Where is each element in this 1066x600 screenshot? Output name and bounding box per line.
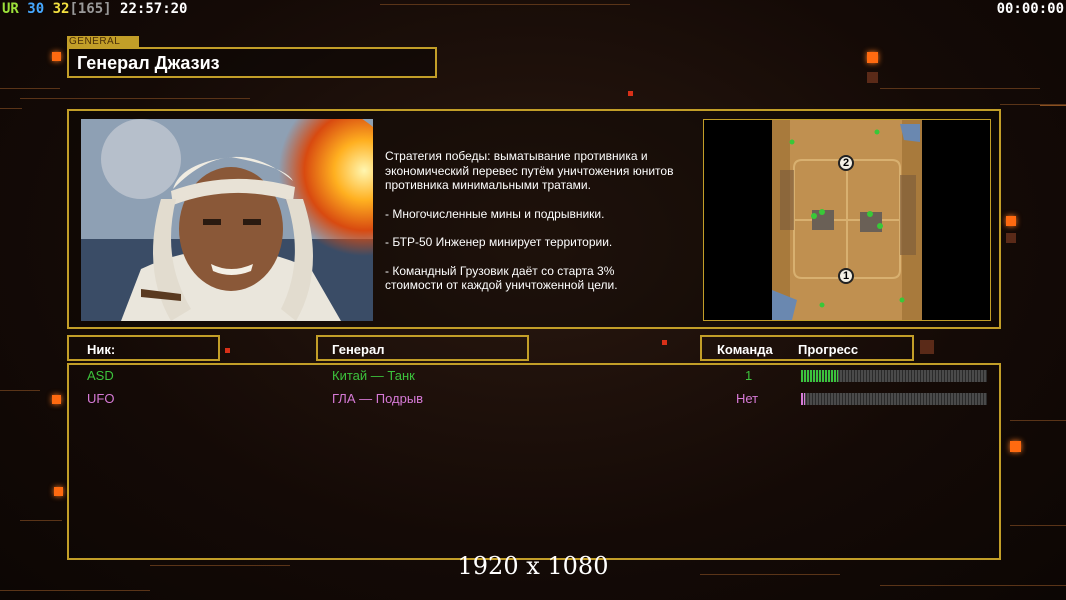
player-general: ГЛА — Подрыв: [332, 391, 424, 406]
deco-square: [628, 91, 633, 96]
feature-item: - Командный Грузовик даёт со старта 3% с…: [385, 263, 618, 293]
general-name: Генерал Джазиз: [77, 53, 220, 73]
player-progress-bar: [801, 393, 987, 405]
players-list: ASD Китай — Танк 1 UFO ГЛА — Подрыв Нет: [67, 363, 1001, 560]
minimap: 2 1: [772, 120, 922, 320]
resolution-label: 1920 x 1080: [457, 552, 609, 580]
header-team-progress: Команда Прогресс: [700, 335, 914, 361]
general-portrait: [81, 119, 373, 321]
deco-square: [52, 52, 61, 61]
portrait-image: [81, 119, 373, 321]
fps-cap: 32: [52, 1, 70, 17]
header-general: Генерал: [316, 335, 529, 361]
deco-square: [867, 72, 878, 83]
header-progress-label: Прогресс: [798, 342, 859, 357]
deco-square: [1006, 233, 1016, 243]
fps-value: 30: [27, 1, 45, 17]
player-nick: UFO: [87, 391, 115, 406]
header-team-label: Команда: [717, 342, 773, 357]
deco-line: [0, 88, 60, 89]
deco-line: [0, 108, 22, 109]
deco-square: [225, 348, 230, 353]
player-general: Китай — Танк: [332, 368, 415, 383]
minimap-terrain: [772, 120, 922, 320]
feature-item: - Многочисленные мины и подрывники.: [385, 206, 605, 221]
frame-count: [165]: [69, 1, 112, 17]
general-info-panel: Стратегия победы: выматывание противника…: [67, 109, 1001, 329]
header-general-label: Генерал: [332, 342, 385, 357]
deco-square: [1010, 441, 1021, 452]
deco-square: [662, 340, 667, 345]
progress-fill: [801, 370, 839, 382]
deco-line: [20, 520, 62, 521]
deco-line: [880, 585, 1066, 586]
deco-line: [1010, 525, 1066, 526]
general-description: Стратегия победы: выматывание противника…: [385, 149, 705, 307]
player-nick: ASD: [87, 368, 114, 383]
deco-square: [920, 340, 934, 354]
deco-line: [0, 590, 150, 591]
fps-readout: UR 30 32[165] 22:57:20: [2, 1, 187, 17]
feature-item: - БТР-50 Инженер минирует территории.: [385, 235, 613, 249]
start-position-marker: 1: [838, 268, 854, 284]
performance-overlay: UR 30 32[165] 22:57:20 00:00:00: [0, 0, 1066, 20]
map-preview: 2 1: [703, 119, 991, 321]
deco-square: [52, 395, 61, 404]
deco-line: [20, 98, 250, 99]
player-row: ASD Китай — Танк 1: [69, 366, 999, 386]
deco-line: [880, 88, 1040, 89]
deco-square: [867, 52, 878, 63]
general-title-box: Генерал Джазиз: [67, 47, 437, 78]
header-nick-label: Ник:: [87, 342, 116, 357]
deco-line: [0, 390, 40, 391]
player-team: Нет: [736, 391, 759, 406]
deco-square: [1006, 216, 1016, 226]
render-mode: UR: [2, 1, 19, 17]
player-progress-bar: [801, 370, 987, 382]
deco-square: [54, 487, 63, 496]
start-position-marker: 2: [838, 155, 854, 171]
deco-line: [1040, 105, 1066, 106]
general-tag: GENERAL: [67, 36, 139, 47]
clock: 22:57:20: [120, 1, 188, 17]
player-row: UFO ГЛА — Подрыв Нет: [69, 389, 999, 409]
deco-line: [1010, 420, 1066, 421]
strategy-text: Стратегия победы: выматывание противника…: [385, 149, 674, 192]
game-timer: 00:00:00: [996, 1, 1064, 17]
player-team: 1: [745, 368, 753, 383]
progress-fill: [801, 393, 805, 405]
header-nick: Ник:: [67, 335, 220, 361]
